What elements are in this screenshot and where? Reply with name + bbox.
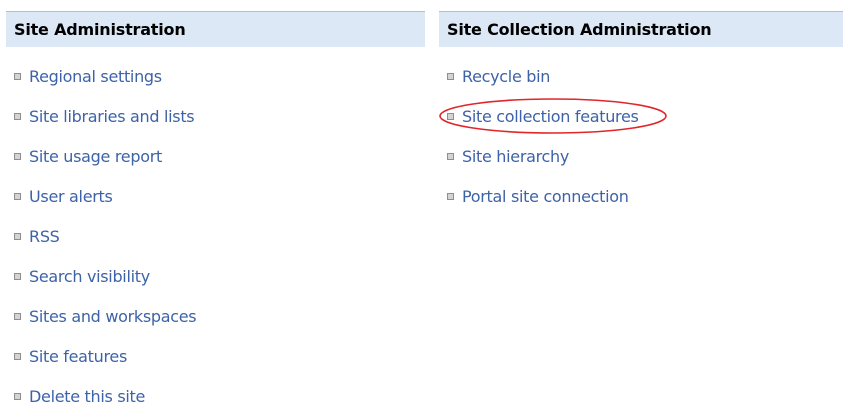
link-site-hierarchy[interactable]: Site hierarchy bbox=[439, 146, 843, 186]
square-bullet-icon bbox=[447, 193, 454, 200]
link-label[interactable]: Site collection features bbox=[462, 106, 639, 127]
square-bullet-icon bbox=[14, 73, 21, 80]
link-rss[interactable]: RSS bbox=[6, 226, 425, 266]
square-bullet-icon bbox=[14, 313, 21, 320]
square-bullet-icon bbox=[447, 73, 454, 80]
square-bullet-icon bbox=[14, 353, 21, 360]
link-label[interactable]: Site hierarchy bbox=[462, 146, 569, 167]
square-bullet-icon bbox=[14, 393, 21, 400]
link-delete-this-site[interactable]: Delete this site bbox=[6, 386, 425, 414]
site-administration-header: Site Administration bbox=[6, 11, 425, 47]
link-site-usage-report[interactable]: Site usage report bbox=[6, 146, 425, 186]
link-portal-site-connection[interactable]: Portal site connection bbox=[439, 186, 843, 226]
link-site-features[interactable]: Site features bbox=[6, 346, 425, 386]
link-label[interactable]: Site usage report bbox=[29, 146, 162, 167]
site-administration-links: Regional settings Site libraries and lis… bbox=[6, 66, 425, 414]
link-label[interactable]: Sites and workspaces bbox=[29, 306, 197, 327]
link-label[interactable]: Delete this site bbox=[29, 386, 145, 407]
link-regional-settings[interactable]: Regional settings bbox=[6, 66, 425, 106]
link-site-collection-features[interactable]: Site collection features bbox=[439, 98, 843, 146]
link-user-alerts[interactable]: User alerts bbox=[6, 186, 425, 226]
link-label[interactable]: Regional settings bbox=[29, 66, 162, 87]
square-bullet-icon bbox=[14, 113, 21, 120]
site-collection-administration-title: Site Collection Administration bbox=[447, 20, 712, 39]
admin-settings-page: Site Administration Regional settings Si… bbox=[0, 0, 843, 414]
link-label[interactable]: Portal site connection bbox=[462, 186, 629, 207]
link-label[interactable]: Search visibility bbox=[29, 266, 150, 287]
square-bullet-icon bbox=[14, 193, 21, 200]
square-bullet-icon bbox=[14, 273, 21, 280]
link-label[interactable]: RSS bbox=[29, 226, 60, 247]
link-site-libraries-and-lists[interactable]: Site libraries and lists bbox=[6, 106, 425, 146]
link-sites-and-workspaces[interactable]: Sites and workspaces bbox=[6, 306, 425, 346]
site-administration-title: Site Administration bbox=[14, 20, 186, 39]
square-bullet-icon bbox=[14, 233, 21, 240]
link-recycle-bin[interactable]: Recycle bin bbox=[439, 66, 843, 106]
link-label[interactable]: User alerts bbox=[29, 186, 113, 207]
link-label[interactable]: Recycle bin bbox=[462, 66, 550, 87]
site-collection-administration-links: Recycle bin Site collection features Sit… bbox=[439, 66, 843, 226]
site-administration-panel: Site Administration Regional settings Si… bbox=[6, 11, 425, 414]
square-bullet-icon bbox=[447, 153, 454, 160]
link-search-visibility[interactable]: Search visibility bbox=[6, 266, 425, 306]
link-label[interactable]: Site features bbox=[29, 346, 127, 367]
site-collection-administration-panel: Site Collection Administration Recycle b… bbox=[439, 11, 843, 226]
square-bullet-icon bbox=[447, 113, 454, 120]
link-label[interactable]: Site libraries and lists bbox=[29, 106, 195, 127]
square-bullet-icon bbox=[14, 153, 21, 160]
site-collection-administration-header: Site Collection Administration bbox=[439, 11, 843, 47]
